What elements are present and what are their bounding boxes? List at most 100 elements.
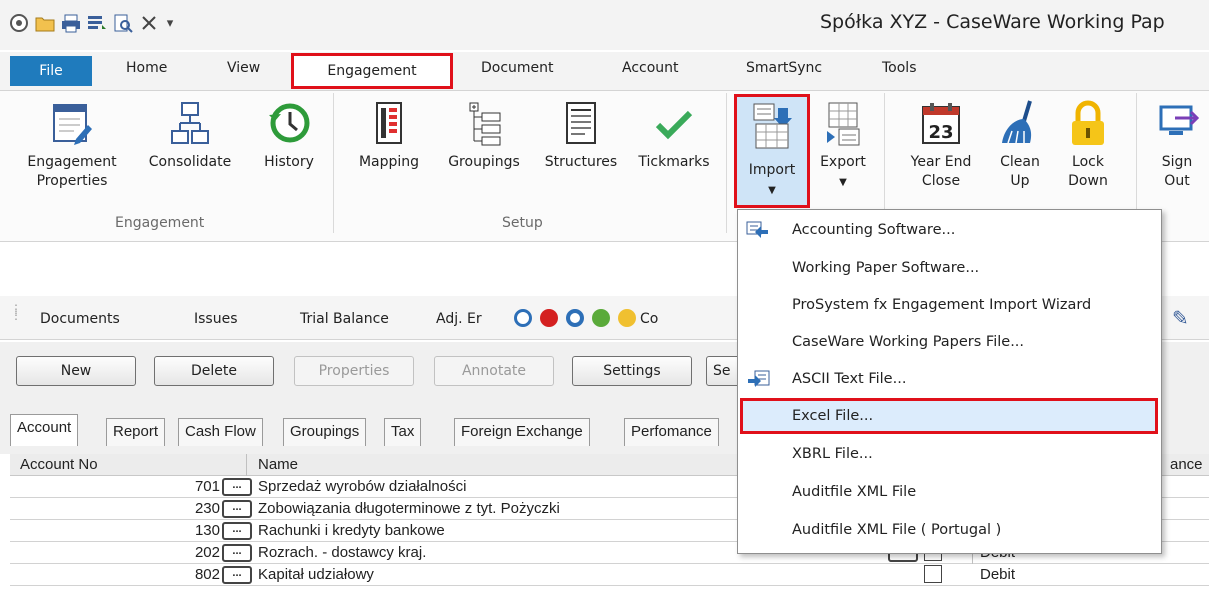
tab-document[interactable]: Document [481,60,554,76]
row-checkbox[interactable] [924,565,942,583]
quick-access-toolbar: ▾ [8,12,176,34]
import-button[interactable]: Import ▼ [734,94,810,208]
accounting-import-icon [746,221,768,238]
alert-icon[interactable] [540,309,558,327]
consolidate-button[interactable]: Consolidate [142,99,238,172]
new-button[interactable]: New [16,356,136,386]
close-icon[interactable] [138,12,160,34]
calendar-icon: 23 [922,103,960,144]
tab-view[interactable]: View [227,60,260,76]
tab-engagement[interactable]: Engagement [291,53,453,89]
documents-tab[interactable]: Documents [40,311,120,327]
print-preview-icon[interactable] [112,12,134,34]
tab-home[interactable]: Home [126,60,167,76]
sheet-tab-foreign-exchange[interactable]: Foreign Exchange [454,418,590,446]
sign-out-button[interactable]: Sign Out [1148,99,1206,191]
import-icon [753,103,792,149]
customize-qat-icon[interactable]: ▾ [164,12,176,34]
open-folder-icon[interactable] [34,12,56,34]
ellipsis-button[interactable]: ... [222,544,252,562]
check-status-icon[interactable] [592,309,610,327]
lock-icon [1072,100,1104,145]
trial-balance-tab[interactable]: Trial Balance [300,311,389,327]
sign-out-icon [1159,105,1199,135]
export-button[interactable]: Export ▼ [816,99,870,192]
info-icon[interactable] [566,309,584,327]
delete-button[interactable]: Delete [154,356,274,386]
menu-item-excel-file[interactable]: Excel File... [740,398,1158,434]
menu-item-ascii-text-file[interactable]: ASCII Text File... [738,361,1161,397]
column-header-balance[interactable]: ance [1170,456,1203,473]
ellipsis-button[interactable]: ... [222,566,252,584]
mapping-button[interactable]: Mapping [344,99,434,172]
groupings-icon [469,102,501,146]
app-menu-icon[interactable] [8,12,30,34]
chevron-down-icon: ▼ [839,177,847,188]
tab-tools[interactable]: Tools [882,60,917,76]
ascii-import-icon [748,370,770,387]
clean-up-button[interactable]: Clean Up [988,99,1052,191]
column-header-name[interactable]: Name [258,456,298,473]
sheet-tab-cash-flow[interactable]: Cash Flow [178,418,263,446]
sheet-tab-tax[interactable]: Tax [384,418,422,446]
adjusting-entries-tab[interactable]: Adj. Er [436,311,482,327]
issues-tab[interactable]: Issues [194,311,238,327]
title-bar: ▾ Spółka XYZ - CaseWare Working Pap [0,0,1209,50]
menu-item-accounting-software[interactable]: Accounting Software... [738,212,1161,248]
window-title: Spółka XYZ - CaseWare Working Pap [820,11,1165,33]
structures-button[interactable]: Structures [534,99,628,172]
menu-item-working-paper-software[interactable]: Working Paper Software... [738,250,1161,286]
toolbar-grip-icon: ⋮ ⋮ [10,302,22,322]
tab-smartsync[interactable]: SmartSync [746,60,822,76]
menu-item-auditfile-xml-portugal[interactable]: Auditfile XML File ( Portugal ) [738,512,1161,548]
tab-account[interactable]: Account [622,60,679,76]
sheet-tab-performance[interactable]: Perfomance [624,418,719,446]
year-end-close-button[interactable]: 23 Year End Close [898,99,984,191]
mapping-icon [376,102,402,144]
annotate-button[interactable]: Annotate [434,356,554,386]
menu-item-xbrl-file[interactable]: XBRL File... [738,436,1161,472]
debit-credit-cell: Debit [980,566,1016,583]
history-icon [269,103,310,143]
ribbon-tabs: Home View Document Account SmartSync Too… [0,52,1209,90]
groupings-button[interactable]: Groupings [436,99,532,172]
sheet-tab-groupings[interactable]: Groupings [283,418,367,446]
settings-button[interactable]: Settings [572,356,692,386]
sun-icon[interactable] [618,309,636,327]
lock-down-button[interactable]: Lock Down [1056,99,1120,191]
menu-item-caseware-file[interactable]: CaseWare Working Papers File... [738,324,1161,360]
ribbon-separator [333,93,334,233]
search-icon[interactable] [514,309,532,327]
chevron-down-icon: ▼ [768,185,776,196]
co-tab[interactable]: Co [640,311,658,327]
tab-file[interactable]: File [10,56,92,86]
ellipsis-button[interactable]: ... [222,522,252,540]
column-divider [246,454,247,476]
document-list-icon[interactable] [86,12,108,34]
group-label-setup: Setup [502,215,543,231]
menu-item-auditfile-xml[interactable]: Auditfile XML File [738,474,1161,510]
structures-icon [566,102,596,144]
column-header-account-no[interactable]: Account No [20,456,98,473]
engagement-properties-button[interactable]: Engagement Properties [12,99,132,191]
menu-item-prosystem-import-wizard[interactable]: ProSystem fx Engagement Import Wizard [738,287,1161,323]
broom-icon [1002,100,1032,144]
group-label-engagement: Engagement [115,215,205,231]
tickmarks-button[interactable]: Tickmarks [630,99,718,172]
engagement-properties-icon [53,104,92,145]
properties-button[interactable]: Properties [294,356,414,386]
sheet-tab-account[interactable]: Account [10,414,79,446]
history-button[interactable]: History [254,99,324,172]
print-icon[interactable] [60,12,82,34]
checkmark-icon [655,110,693,140]
calendar-day: 23 [928,122,953,143]
ellipsis-button[interactable]: ... [222,500,252,518]
edit-pencil-icon[interactable]: ✎ [1172,306,1189,330]
export-icon [827,102,860,146]
ellipsis-button[interactable]: ... [222,478,252,496]
sheet-tab-report[interactable]: Report [106,418,166,446]
consolidate-icon [171,102,209,144]
import-dropdown-menu: Accounting Software... Working Paper Sof… [737,209,1162,554]
ribbon-separator [726,93,727,233]
table-row[interactable]: 802 ... Kapitał udziałowy Debit [10,564,1209,586]
